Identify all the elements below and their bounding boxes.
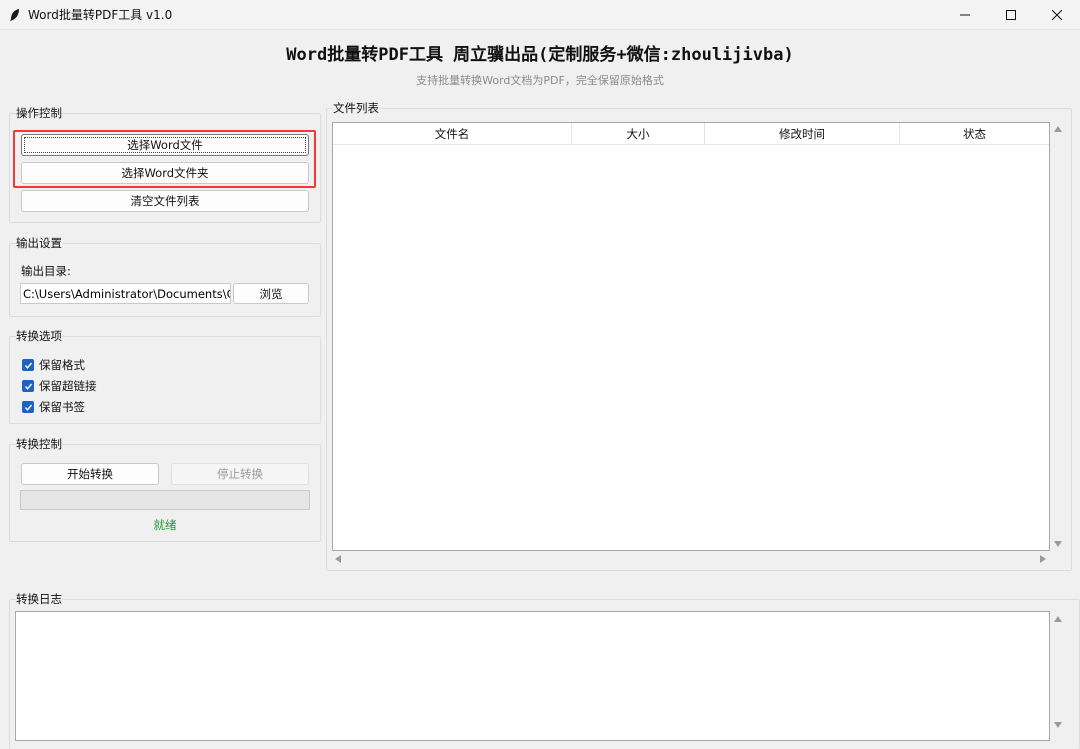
table-header: 文件名 大小 修改时间 状态 bbox=[333, 123, 1049, 145]
column-header-modified[interactable]: 修改时间 bbox=[705, 123, 900, 145]
checkbox-box bbox=[22, 359, 34, 371]
maximize-button[interactable] bbox=[988, 0, 1034, 30]
log-vscrollbar[interactable] bbox=[1051, 611, 1065, 735]
scroll-up-arrow-icon[interactable] bbox=[1054, 616, 1062, 622]
stop-conversion-button[interactable]: 停止转换 bbox=[171, 463, 309, 485]
clear-file-list-label: 清空文件列表 bbox=[130, 194, 200, 208]
title-bar: Word批量转PDF工具 v1.0 bbox=[0, 0, 1080, 30]
scroll-up-arrow-icon[interactable] bbox=[1054, 126, 1062, 132]
start-conversion-label: 开始转换 bbox=[67, 467, 113, 481]
feather-icon bbox=[10, 8, 19, 21]
minimize-button[interactable] bbox=[942, 0, 988, 30]
column-header-filename[interactable]: 文件名 bbox=[333, 123, 572, 145]
file-list-hscrollbar[interactable] bbox=[332, 552, 1050, 566]
column-label: 文件名 bbox=[434, 126, 470, 141]
output-group bbox=[9, 243, 321, 317]
keep-format-checkbox[interactable]: 保留格式 bbox=[22, 357, 85, 373]
file-list-group-label: 文件列表 bbox=[333, 100, 379, 116]
column-label: 修改时间 bbox=[779, 126, 825, 141]
check-icon bbox=[24, 383, 32, 390]
scroll-down-arrow-icon[interactable] bbox=[1054, 541, 1062, 547]
page-title: Word批量转PDF工具 周立骥出品(定制服务+微信:zhoulijivba) bbox=[286, 45, 794, 65]
control-group-label: 转换控制 bbox=[16, 436, 62, 452]
scroll-left-arrow-icon[interactable] bbox=[335, 555, 341, 563]
operation-group-label: 操作控制 bbox=[16, 105, 62, 121]
file-list-table[interactable]: 文件名 大小 修改时间 状态 bbox=[332, 122, 1050, 551]
status-text: 就绪 bbox=[153, 518, 177, 532]
log-group-label: 转换日志 bbox=[16, 591, 62, 607]
window-title: Word批量转PDF工具 v1.0 bbox=[28, 8, 173, 22]
column-header-status[interactable]: 状态 bbox=[900, 123, 1049, 145]
highlight-box bbox=[13, 130, 316, 188]
progress-bar bbox=[20, 490, 310, 510]
browse-button[interactable]: 浏览 bbox=[233, 283, 309, 304]
output-group-label: 输出设置 bbox=[16, 235, 62, 251]
close-button[interactable] bbox=[1034, 0, 1080, 30]
page-subtitle: 支持批量转换Word文档为PDF，完全保留原始格式 bbox=[416, 74, 664, 87]
keep-hyperlinks-checkbox[interactable]: 保留超链接 bbox=[22, 378, 97, 394]
check-icon bbox=[24, 362, 32, 369]
clear-file-list-button[interactable]: 清空文件列表 bbox=[21, 190, 309, 212]
check-icon bbox=[24, 404, 32, 411]
window-controls bbox=[942, 0, 1080, 30]
close-icon bbox=[1052, 10, 1062, 20]
log-textarea[interactable] bbox=[15, 611, 1050, 741]
file-list-vscrollbar[interactable] bbox=[1051, 122, 1065, 551]
keep-hyperlinks-label: 保留超链接 bbox=[39, 379, 97, 393]
keep-bookmarks-label: 保留书签 bbox=[39, 400, 85, 414]
minimize-icon bbox=[960, 14, 970, 16]
stop-conversion-label: 停止转换 bbox=[217, 467, 263, 481]
browse-label: 浏览 bbox=[259, 286, 283, 301]
column-header-size[interactable]: 大小 bbox=[572, 123, 705, 145]
column-label: 状态 bbox=[963, 126, 986, 141]
options-group-label: 转换选项 bbox=[16, 328, 62, 344]
scroll-down-arrow-icon[interactable] bbox=[1054, 722, 1062, 728]
start-conversion-button[interactable]: 开始转换 bbox=[21, 463, 159, 485]
output-dir-value: C:\Users\Administrator\Documents\Cor bbox=[23, 286, 231, 301]
keep-bookmarks-checkbox[interactable]: 保留书签 bbox=[22, 399, 85, 415]
column-label: 大小 bbox=[626, 126, 650, 141]
output-dir-input[interactable]: C:\Users\Administrator\Documents\Cor bbox=[20, 283, 231, 304]
maximize-icon bbox=[1006, 10, 1016, 20]
checkbox-box bbox=[22, 401, 34, 413]
output-dir-label: 输出目录: bbox=[21, 264, 71, 278]
scroll-right-arrow-icon[interactable] bbox=[1040, 555, 1046, 563]
checkbox-box bbox=[22, 380, 34, 392]
keep-format-label: 保留格式 bbox=[39, 358, 85, 372]
